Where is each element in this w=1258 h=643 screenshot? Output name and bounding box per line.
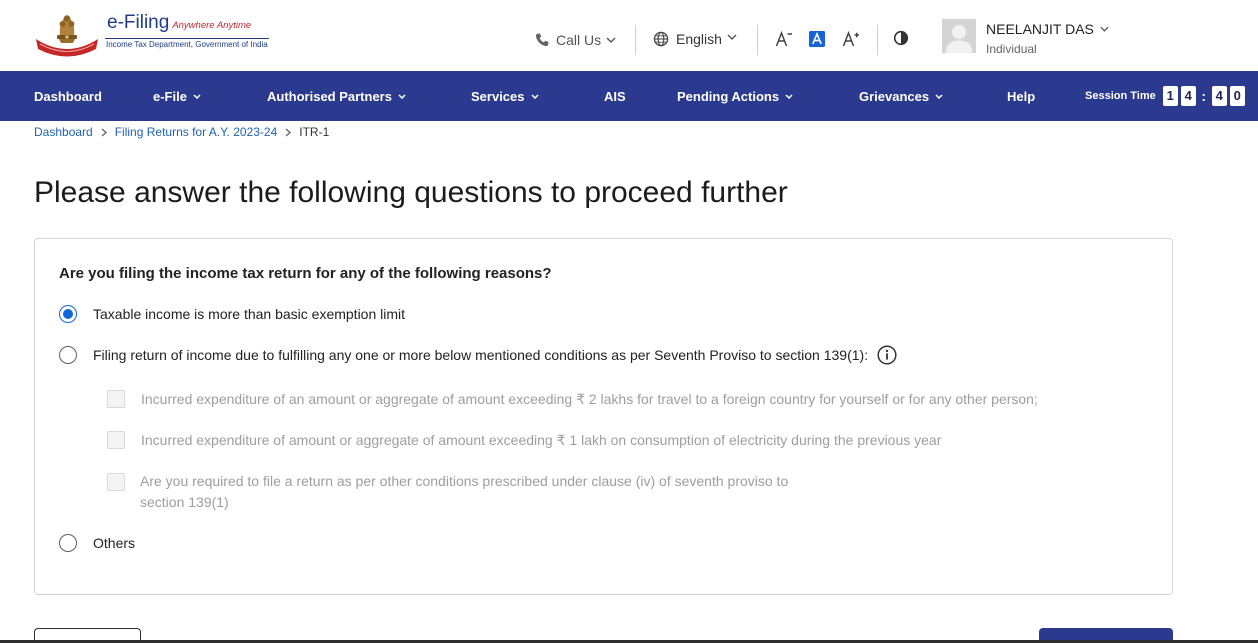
increase-text-size-icon[interactable] bbox=[842, 31, 860, 47]
header-divider bbox=[877, 25, 878, 55]
nav-label: Dashboard bbox=[34, 88, 102, 104]
question-text: Are you filing the income tax return for… bbox=[59, 265, 552, 282]
nav-label: Pending Actions bbox=[677, 88, 780, 104]
nav-label: Services bbox=[471, 88, 525, 104]
user-role: Individual bbox=[986, 42, 1037, 56]
logo-title: e-Filing bbox=[107, 12, 170, 33]
chevron-down-icon bbox=[193, 93, 201, 99]
chevron-down-icon bbox=[1100, 26, 1109, 32]
outline-action-button[interactable] bbox=[34, 628, 141, 640]
option-others[interactable]: Others bbox=[59, 534, 135, 552]
header-divider bbox=[757, 25, 758, 55]
radio-button[interactable] bbox=[59, 305, 77, 323]
top-header: e-Filing Anywhere Anytime Income Tax Dep… bbox=[0, 0, 1258, 71]
call-us-label: Call Us bbox=[556, 32, 602, 48]
chevron-down-icon bbox=[606, 37, 616, 43]
question-card: Are you filing the income tax return for… bbox=[34, 238, 1173, 595]
logo-tagline: Anywhere Anytime bbox=[172, 20, 252, 31]
primary-action-button[interactable] bbox=[1039, 628, 1173, 640]
language-label: English bbox=[676, 31, 722, 47]
option-taxable-income[interactable]: Taxable income is more than basic exempt… bbox=[59, 305, 405, 323]
efiling-logo[interactable]: e-Filing Anywhere Anytime Income Tax Dep… bbox=[34, 8, 274, 60]
nav-label: e-File bbox=[153, 88, 187, 104]
timer-digit: 0 bbox=[1229, 86, 1245, 106]
condition-electricity: Incurred expenditure of amount or aggreg… bbox=[107, 431, 941, 449]
option-seventh-proviso[interactable]: Filing return of income due to fulfillin… bbox=[59, 345, 897, 365]
timer-separator: : bbox=[1201, 88, 1207, 104]
app-window: e-Filing Anywhere Anytime Income Tax Dep… bbox=[0, 0, 1258, 643]
condition-label: Incurred expenditure of amount or aggreg… bbox=[141, 432, 942, 448]
option-label: Taxable income is more than basic exempt… bbox=[93, 306, 406, 322]
nav-label: Authorised Partners bbox=[267, 88, 392, 104]
option-label: Others bbox=[93, 535, 136, 551]
checkbox[interactable] bbox=[107, 390, 125, 408]
breadcrumb-dashboard[interactable]: Dashboard bbox=[34, 124, 93, 140]
chevron-down-icon bbox=[935, 93, 943, 99]
language-selector[interactable]: English bbox=[653, 30, 737, 48]
chevron-down-icon bbox=[785, 93, 793, 99]
breadcrumb-current: ITR-1 bbox=[299, 125, 330, 139]
header-divider bbox=[635, 25, 636, 55]
timer-digit: 4 bbox=[1180, 86, 1196, 106]
logo-title-row: e-Filing Anywhere Anytime bbox=[107, 12, 251, 34]
user-menu[interactable]: NEELANJIT DAS Individual bbox=[942, 19, 1112, 59]
nav-e-file[interactable]: e-File bbox=[153, 71, 201, 121]
checkbox[interactable] bbox=[107, 431, 125, 449]
session-time-label: Session Time bbox=[1085, 90, 1156, 102]
checkbox[interactable] bbox=[107, 472, 125, 491]
chevron-down-icon bbox=[530, 93, 539, 99]
session-timer: Session Time 1 4 : 4 0 bbox=[1085, 71, 1248, 121]
globe-icon bbox=[653, 31, 669, 47]
radio-button[interactable] bbox=[59, 346, 77, 364]
nav-authorised-partners[interactable]: Authorised Partners bbox=[267, 71, 406, 121]
default-text-size-icon[interactable] bbox=[809, 31, 825, 47]
nav-label: Grievances bbox=[859, 88, 930, 104]
breadcrumb-filing-returns[interactable]: Filing Returns for A.Y. 2023-24 bbox=[115, 124, 278, 140]
chevron-down-icon bbox=[727, 34, 737, 40]
option-label: Filing return of income due to fulfillin… bbox=[93, 347, 869, 363]
chevron-right-icon bbox=[285, 128, 292, 136]
phone-icon bbox=[535, 33, 549, 47]
chevron-right-icon bbox=[101, 128, 107, 136]
nav-dashboard[interactable]: Dashboard bbox=[34, 71, 102, 121]
nav-label: AIS bbox=[604, 88, 626, 104]
timer-digit: 4 bbox=[1211, 86, 1227, 106]
timer-digit: 1 bbox=[1162, 86, 1178, 106]
nav-label: Help bbox=[1007, 88, 1036, 104]
condition-label: Incurred expenditure of an amount or agg… bbox=[141, 391, 1038, 407]
condition-label: Are you required to file a return as per… bbox=[140, 473, 789, 510]
nav-grievances[interactable]: Grievances bbox=[859, 71, 943, 121]
contrast-icon[interactable] bbox=[893, 30, 909, 46]
info-icon[interactable] bbox=[877, 345, 897, 365]
condition-other-clause: Are you required to file a return as per… bbox=[107, 471, 810, 513]
user-name-row: NEELANJIT DAS bbox=[986, 21, 1109, 37]
logo-subtitle: Income Tax Department, Government of Ind… bbox=[106, 40, 268, 49]
nav-help[interactable]: Help bbox=[1007, 71, 1035, 121]
nav-pending-actions[interactable]: Pending Actions bbox=[677, 71, 793, 121]
breadcrumb: Dashboard Filing Returns for A.Y. 2023-2… bbox=[34, 124, 329, 140]
page-title: Please answer the following questions to… bbox=[34, 176, 788, 209]
condition-foreign-travel: Incurred expenditure of an amount or agg… bbox=[107, 390, 1038, 408]
user-name: NEELANJIT DAS bbox=[986, 21, 1094, 37]
logo-rule bbox=[105, 38, 269, 39]
radio-button[interactable] bbox=[59, 534, 77, 552]
call-us-dropdown[interactable]: Call Us bbox=[534, 31, 616, 49]
nav-ais[interactable]: AIS bbox=[604, 71, 626, 121]
avatar bbox=[942, 19, 976, 53]
decrease-text-size-icon[interactable] bbox=[775, 31, 793, 47]
main-navigation: Dashboard e-File Authorised Partners Ser… bbox=[0, 71, 1258, 121]
national-emblem-logo bbox=[36, 15, 98, 57]
chevron-down-icon bbox=[398, 93, 406, 99]
nav-services[interactable]: Services bbox=[471, 71, 539, 121]
